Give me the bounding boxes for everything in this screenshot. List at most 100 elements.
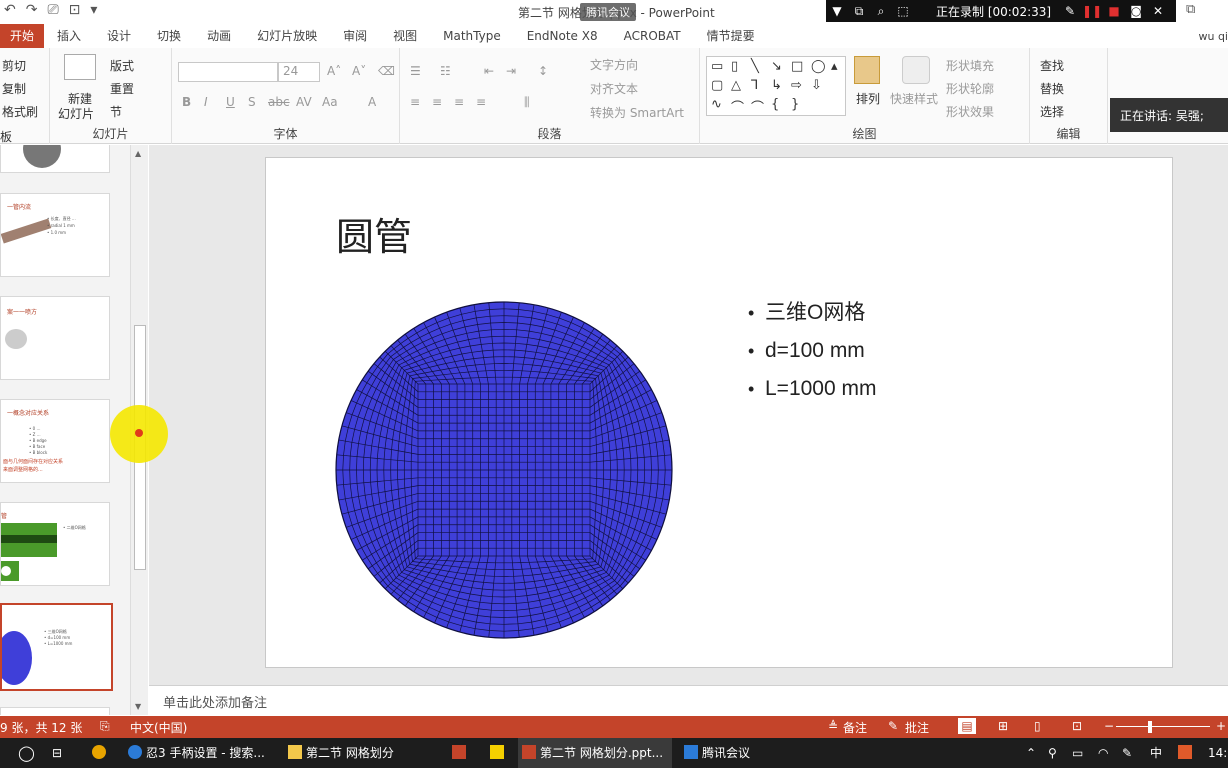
align-right-icon[interactable]: ≡ [454, 95, 464, 109]
strikethrough-icon[interactable]: abc [268, 95, 290, 109]
scroll-down-icon[interactable]: ▼ [135, 702, 141, 711]
slide-thumbnail[interactable]: 一概念对应关系 • 0 … • Z … • B edge • B face • … [0, 399, 110, 483]
close-icon[interactable]: ✕ [1147, 4, 1169, 18]
present-icon[interactable]: ⊡ [69, 2, 81, 18]
zoom-slider-thumb[interactable] [1148, 721, 1152, 733]
shrink-font-icon[interactable]: A˅ [352, 64, 366, 78]
format-painter-button[interactable]: 格式刷 [2, 103, 38, 120]
app-icon-red[interactable] [448, 738, 470, 768]
language-indicator[interactable]: 中文(中国) [130, 719, 187, 736]
tab-10[interactable]: ACROBAT [611, 24, 694, 48]
pause-icon[interactable]: ❚❚ [1081, 4, 1103, 18]
brace-left-icon[interactable]: { [771, 97, 779, 112]
shapes-gallery[interactable]: ▭ ▯ ╲ ↘ □ ◯ ▢ △ ⅂ ↳ ⇨ ⇩ ∿ ⌒ ⌒ { } ▴ [706, 56, 846, 116]
numbering-icon[interactable]: ☷ [440, 64, 451, 78]
new-slide-button-line2[interactable]: 幻灯片 [58, 105, 94, 122]
slide-thumbnail-active[interactable]: • 三维O网格 • d=100 mm • L=1000 mm [0, 603, 113, 691]
bullets-icon[interactable]: ☰ [410, 64, 421, 78]
ime-indicator[interactable]: 中 [1146, 738, 1162, 768]
shape-outline-button[interactable]: 形状轮廓 [946, 80, 994, 97]
align-text-button[interactable]: 对齐文本 [590, 80, 638, 97]
tab-3[interactable]: 切换 [144, 24, 194, 48]
right-arrow-shape-icon[interactable]: ⇨ [791, 78, 802, 93]
reading-view-icon[interactable]: ▯ [1034, 719, 1041, 733]
slide-canvas[interactable]: 圆管 • 三维O网格 • d=100 mm • L=1000 mm [265, 157, 1173, 668]
oval-shape-icon[interactable]: ◯ [811, 59, 826, 74]
spacing-icon[interactable]: AV [296, 95, 312, 109]
tab-4[interactable]: 动画 [194, 24, 244, 48]
quick-styles-button[interactable]: 快速样式 [890, 90, 938, 107]
arc-icon[interactable]: ⌒ [731, 97, 744, 116]
notes-pane[interactable]: 单击此处添加备注 [149, 685, 1228, 716]
line-spacing-icon[interactable]: ↕ [538, 64, 548, 78]
spellcheck-icon[interactable]: ⎘ [100, 719, 110, 734]
sogou-icon[interactable] [1174, 738, 1196, 768]
elbow-connector-icon[interactable]: ↳ [771, 78, 782, 93]
tab-11[interactable]: 情节提要 [694, 24, 768, 48]
chrome-icon[interactable] [88, 738, 110, 768]
clear-format-icon[interactable]: ⌫ [378, 64, 395, 78]
window-icon[interactable]: ⧉ [848, 4, 870, 19]
rounded-rect-icon[interactable]: ▢ [711, 78, 723, 93]
vertical-textbox-icon[interactable]: ▯ [731, 59, 738, 74]
zoom-out-icon[interactable]: − [1104, 719, 1114, 733]
textbox-shape-icon[interactable]: ▭ [711, 59, 723, 74]
line-shape-icon[interactable]: ╲ [751, 59, 759, 74]
slide-sorter-icon[interactable]: ⊞ [998, 719, 1008, 733]
battery-icon[interactable]: ▭ [1068, 738, 1083, 768]
change-case-icon[interactable]: Aa [322, 95, 338, 109]
search-icon[interactable]: ⌕ [870, 4, 892, 19]
convert-smartart-button[interactable]: 转换为 SmartArt [590, 104, 684, 121]
down-arrow-shape-icon[interactable]: ⇩ [811, 78, 822, 93]
taskbar-folder[interactable]: 第二节 网格划分 [284, 738, 434, 768]
font-size-field[interactable]: 24 [278, 62, 320, 82]
underline-icon[interactable]: U [226, 95, 235, 109]
stop-icon[interactable]: ■ [1103, 4, 1125, 18]
restore-icon[interactable]: ⧉ [1186, 2, 1195, 17]
tab-7[interactable]: 视图 [380, 24, 430, 48]
italic-icon[interactable]: I [204, 95, 208, 109]
slideshow-icon[interactable]: ⊡ [1072, 719, 1082, 733]
font-name-field[interactable] [178, 62, 278, 82]
quick-styles-icon[interactable] [902, 56, 930, 84]
tab-1[interactable]: 插入 [44, 24, 94, 48]
decrease-indent-icon[interactable]: ⇤ [484, 64, 494, 78]
text-direction-button[interactable]: 文字方向 [590, 56, 638, 73]
comments-icon[interactable]: ✎ [888, 719, 898, 733]
curve-icon[interactable]: ⌒ [751, 97, 764, 116]
section-button[interactable]: 节 [110, 103, 122, 120]
normal-view-icon[interactable]: ▤ [958, 718, 976, 734]
slide-title[interactable]: 圆管 [336, 206, 412, 261]
pen-icon[interactable]: ✎ [1059, 4, 1081, 18]
slide-thumbnail[interactable] [0, 145, 110, 173]
clock[interactable]: 14: [1204, 738, 1227, 768]
task-view-icon[interactable]: ⊟ [48, 738, 62, 768]
from-beginning-icon[interactable]: ⎚ [47, 2, 58, 18]
customize-qat-icon[interactable]: ▾ [90, 2, 97, 18]
shape-fill-button[interactable]: 形状填充 [946, 57, 994, 74]
redo-icon[interactable]: ↷ [26, 2, 38, 18]
increase-indent-icon[interactable]: ⇥ [506, 64, 516, 78]
o-grid-mesh-image[interactable] [334, 300, 674, 640]
columns-icon[interactable]: ⫼ [524, 95, 530, 110]
cortana-icon[interactable]: ◯ [14, 738, 35, 768]
pen-tray-icon[interactable]: ✎ [1118, 738, 1132, 768]
tab-6[interactable]: 审阅 [330, 24, 380, 48]
tab-0[interactable]: 开始 [0, 24, 45, 48]
notes-icon[interactable]: ≜ [828, 719, 838, 733]
slide-thumbnail[interactable]: 案一一喷方 [0, 296, 110, 380]
connector-icon[interactable]: ⅂ [751, 78, 758, 93]
tray-chevron-icon[interactable]: ⌃ [1022, 738, 1036, 768]
dropdown-icon[interactable]: ▼ [826, 4, 848, 18]
tab-8[interactable]: MathType [430, 24, 514, 48]
reset-button[interactable]: 重置 [110, 80, 134, 97]
replace-button[interactable]: 替换 [1040, 80, 1064, 97]
slide-thumbnail[interactable]: 一管内流 • 长度、直径 ... • radial 1 mm • 1.0 mm [0, 193, 110, 277]
scroll-up-icon[interactable]: ▲ [135, 149, 141, 158]
arrow-line-icon[interactable]: ↘ [771, 59, 782, 74]
find-button[interactable]: 查找 [1040, 57, 1064, 74]
cut-button[interactable]: 剪切 [2, 57, 26, 74]
shape-effects-button[interactable]: 形状效果 [946, 103, 994, 120]
rectangle-shape-icon[interactable]: □ [791, 59, 803, 74]
copy-button[interactable]: 复制 [2, 80, 26, 97]
